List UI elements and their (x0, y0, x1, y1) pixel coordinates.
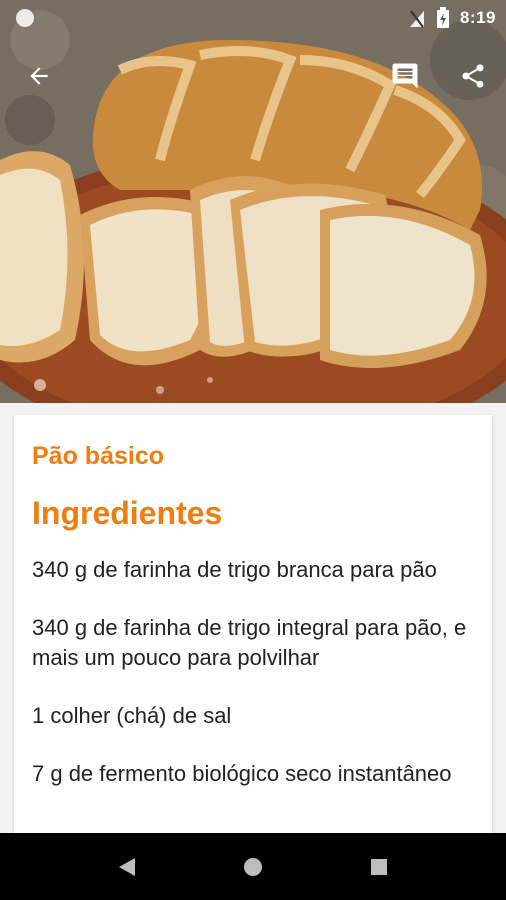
ingredients-list: 340 g de farinha de trigo branca para pã… (32, 555, 472, 817)
ingredient-item: 340 g de farinha de trigo branca para pã… (32, 557, 437, 582)
ingredients-heading: Ingredientes (32, 495, 223, 531)
recipe-title: Pão básico (32, 442, 164, 470)
signal-off-icon (409, 10, 424, 28)
nav-recents-button[interactable] (363, 851, 395, 883)
nav-back-icon (119, 858, 135, 876)
nav-home-button[interactable] (237, 851, 269, 883)
share-icon (462, 64, 484, 88)
status-bar: 8:19 (0, 0, 506, 36)
app-toolbar (0, 50, 506, 100)
arrow-back-icon (30, 67, 48, 85)
nav-home-icon (244, 858, 262, 876)
nav-back-button[interactable] (111, 851, 143, 883)
notification-dot-icon (16, 9, 34, 27)
status-time: 8:19 (459, 8, 496, 27)
back-button[interactable] (19, 56, 59, 96)
system-nav-bar (0, 833, 506, 900)
ingredient-item: 340 g de farinha de trigo integral para … (32, 615, 467, 670)
share-button[interactable] (453, 56, 493, 96)
ingredient-item: 7 g de fermento biológico seco instantân… (32, 761, 452, 786)
comment-icon (392, 63, 418, 89)
status-right-group: 8:19 (408, 6, 496, 30)
comments-button[interactable] (385, 56, 425, 96)
nav-recents-icon (371, 859, 387, 875)
recipe-card: Pão básico Ingredientes 340 g de farinha… (14, 415, 492, 845)
ingredient-item: 1 colher (chá) de sal (32, 703, 232, 728)
battery-charging-icon (436, 7, 449, 28)
